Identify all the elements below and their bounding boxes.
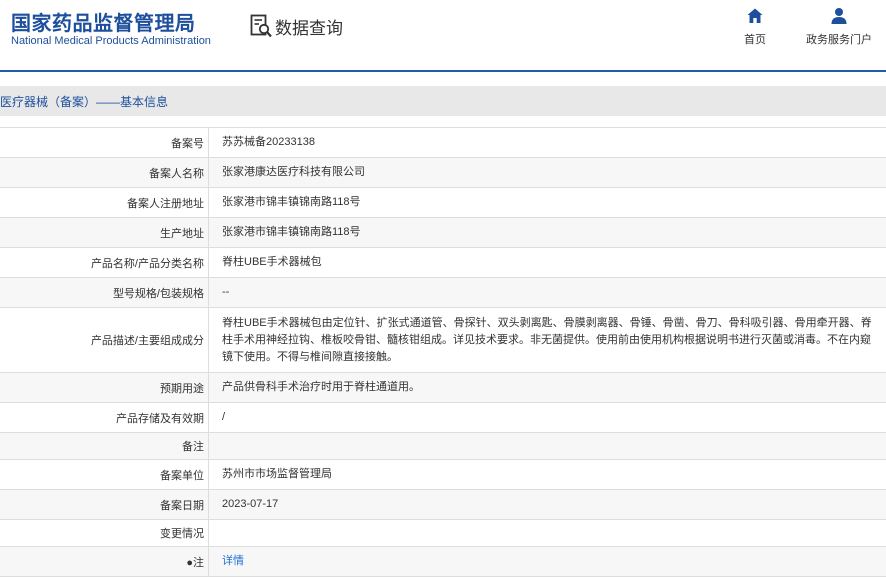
nav-home-label: 首页 [744,34,766,46]
row-label: 备案单位 [0,460,209,489]
row-value: 产品供骨科手术治疗时用于脊柱通道用。 [222,381,420,393]
nav-service-portal[interactable]: 政务服务门户 [806,7,872,47]
row-value [209,433,886,459]
section-bar: 医疗器械（备案）——基本信息 [0,86,886,116]
table-row: 产品名称/产品分类名称 脊柱UBE手术器械包 [0,248,886,278]
site-header: 国家药品监督管理局 National Medical Products Admi… [0,0,886,70]
row-label: 型号规格/包装规格 [0,278,209,307]
user-icon [831,8,847,24]
search-document-icon [250,14,272,38]
row-value: 脊柱UBE手术器械包 [222,256,322,268]
home-icon [747,8,763,23]
row-value: -- [222,286,230,298]
table-row: 备案人名称 张家港康达医疗科技有限公司 [0,158,886,188]
row-value: 2023-07-17 [222,498,279,510]
table-row: 产品存储及有效期 / [0,403,886,433]
table-row: 变更情况 [0,520,886,547]
row-label: 备案号 [0,128,209,157]
data-query-heading: 数据查询 [250,13,343,39]
table-row: 预期用途 产品供骨科手术治疗时用于脊柱通道用。 [0,373,886,403]
table-row: 备案日期 2023-07-17 [0,490,886,520]
row-label: 生产地址 [0,218,209,247]
row-value: 张家港市锦丰镇锦南路118号 [222,226,361,238]
data-query-label: 数据查询 [275,18,343,38]
row-label: 产品存储及有效期 [0,403,209,432]
row-value [209,520,886,546]
row-label: 备案人名称 [0,158,209,187]
table-row: ●注 详情 [0,547,886,577]
table-row: 生产地址 张家港市锦丰镇锦南路118号 [0,218,886,248]
row-label: 备注 [0,433,209,459]
row-value: 苏苏械备20233138 [222,136,315,148]
details-link[interactable]: 详情 [222,553,244,570]
row-value: 张家港康达医疗科技有限公司 [222,166,365,178]
nav-service-portal-label: 政务服务门户 [806,34,872,46]
logo-chinese-name[interactable]: 国家药品监督管理局 [11,7,196,36]
row-label: 预期用途 [0,373,209,402]
section-title: 医疗器械（备案）——基本信息 [0,94,169,109]
nav-home[interactable]: 首页 [744,7,766,47]
row-label: 变更情况 [0,520,209,546]
table-row: 备注 [0,433,886,460]
row-value: / [222,411,226,423]
row-value: 苏州市市场监督管理局 [222,468,332,480]
table-row: 产品描述/主要组成成分 脊柱UBE手术器械包由定位针、扩张式通道管、骨探针、双头… [0,308,886,373]
table-row: 型号规格/包装规格 -- [0,278,886,308]
basic-info-table: 备案号 苏苏械备20233138 备案人名称 张家港康达医疗科技有限公司 备案人… [0,127,886,577]
row-value-cell: 详情 [209,547,886,576]
row-label: 产品描述/主要组成成分 [0,308,209,372]
table-row: 备案人注册地址 张家港市锦丰镇锦南路118号 [0,188,886,218]
row-value: 脊柱UBE手术器械包由定位针、扩张式通道管、骨探针、双头剥离匙、骨膜剥离器、骨锤… [222,316,872,363]
table-row: 备案单位 苏州市市场监督管理局 [0,460,886,490]
header-divider [0,70,886,72]
row-label: 产品名称/产品分类名称 [0,248,209,277]
row-label: 备案人注册地址 [0,188,209,217]
row-value: 张家港市锦丰镇锦南路118号 [222,196,361,208]
logo-english-name[interactable]: National Medical Products Administration [11,35,211,47]
row-label: 备案日期 [0,490,209,519]
table-row: 备案号 苏苏械备20233138 [0,128,886,158]
row-label: ●注 [0,547,209,576]
